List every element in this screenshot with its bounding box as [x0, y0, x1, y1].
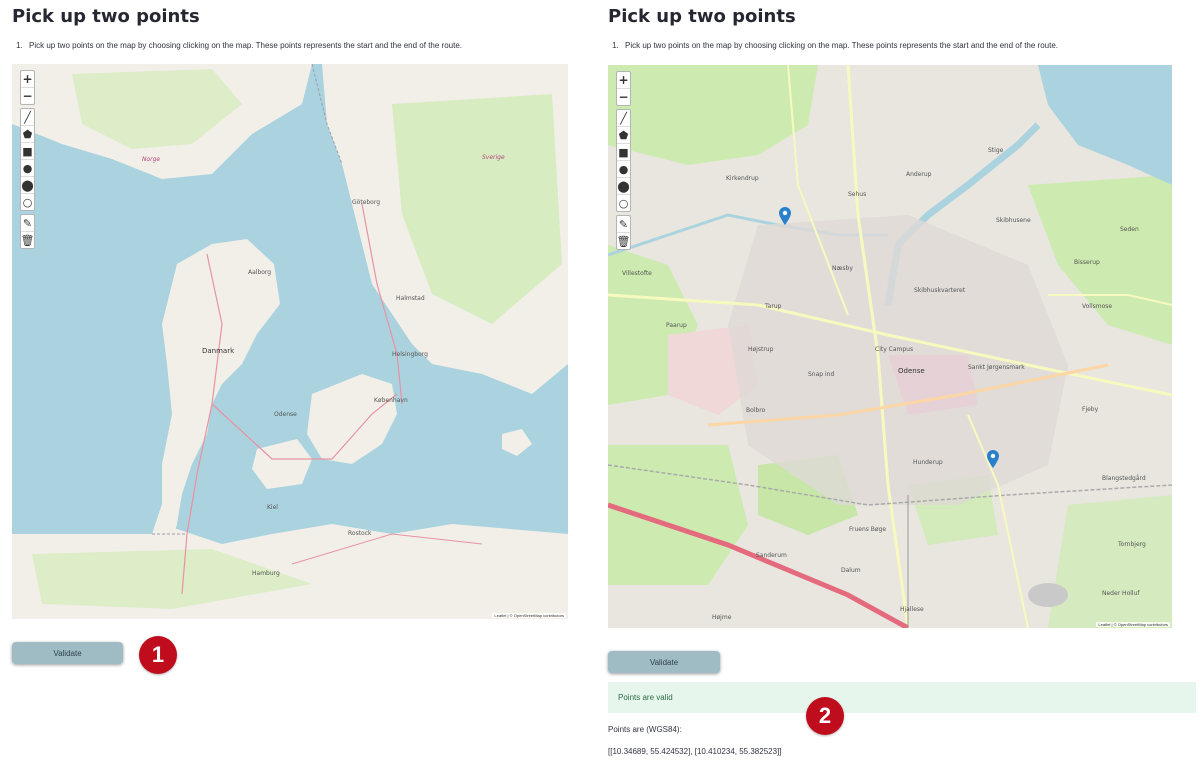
map-label-odense: Odense	[898, 367, 925, 375]
draw-marker-icon[interactable]: ⬤	[21, 177, 34, 194]
map-label-naesby: Næsby	[832, 265, 853, 272]
draw-circlemarker-icon[interactable]: ○	[21, 194, 34, 210]
map-label-neder-holluf: Neder Holluf	[1102, 590, 1140, 597]
map-attribution[interactable]: Leaflet | © OpenStreetMap contributors	[1096, 622, 1170, 627]
map-label-vollsmose: Vollsmose	[1082, 303, 1113, 310]
right-panel: Pick up two points Pick up two points on…	[608, 0, 1196, 756]
map-label-kiel: Kiel	[267, 504, 278, 511]
map-label-hojme: Højme	[712, 614, 732, 621]
delete-layers-icon[interactable]: 🗑	[617, 233, 631, 249]
map-label-tornbjerg: Tornbjerg	[1118, 541, 1146, 548]
map-label-fjeby: Fjeby	[1082, 406, 1099, 413]
step-badge-2: 2	[806, 697, 844, 735]
map-denmark[interactable]: Danmark Göteborg Aalborg København Odens…	[12, 64, 568, 619]
draw-polygon-icon[interactable]: ⬟	[21, 126, 34, 143]
points-value: [[10.34689, 55.424532], [10.410234, 55.3…	[608, 747, 782, 756]
map-label-goteborg: Göteborg	[352, 199, 381, 206]
draw-circle-icon[interactable]: ●	[617, 161, 630, 178]
map-label-dalum: Dalum	[841, 567, 861, 574]
map-label-kobenhavn: København	[374, 397, 408, 404]
instructions-list: Pick up two points on the map by choosin…	[608, 41, 1196, 51]
map-label-skibhuskvarteret: Skibhuskvarteret	[914, 287, 966, 294]
map-label-blangstedgard: Blangstedgård	[1102, 475, 1146, 482]
map-label-seden: Seden	[1120, 226, 1139, 233]
map-toolbar: + − ╱ ⬟ ■ ● ⬤ ○ ✎ 🗑	[20, 70, 35, 252]
map-label-stige: Stige	[988, 147, 1004, 154]
map-label-sverige: Sverige	[482, 154, 505, 161]
map-label-sankt-jorgensmark: Sankt Jørgensmark	[968, 364, 1025, 371]
map-label-odense: Odense	[274, 411, 297, 418]
draw-polyline-icon[interactable]: ╱	[21, 109, 34, 126]
map-label-sanderum: Sanderum	[756, 552, 787, 559]
map-label-tarup: Tarup	[765, 303, 782, 310]
map-tiles	[12, 64, 568, 619]
instruction-item: Pick up two points on the map by choosin…	[621, 41, 1196, 51]
map-label-villestofte: Villestofte	[622, 270, 652, 277]
instruction-item: Pick up two points on the map by choosin…	[25, 41, 568, 51]
map-label-hamburg: Hamburg	[252, 570, 280, 577]
start-marker-icon[interactable]	[779, 207, 791, 225]
page-title: Pick up two points	[608, 6, 796, 27]
step-badge-1: 1	[139, 636, 177, 674]
map-toolbar: + − ╱ ⬟ ■ ● ⬤ ○ ✎ 🗑	[616, 71, 631, 253]
validate-button[interactable]: Validate	[608, 651, 720, 673]
validate-button[interactable]: Validate	[12, 642, 123, 664]
map-label-skibhusene: Skibhusene	[996, 217, 1031, 224]
map-label-hojstrup: Højstrup	[748, 346, 774, 353]
zoom-out-button[interactable]: −	[21, 88, 34, 104]
map-label-bolbro: Bolbro	[746, 407, 766, 414]
draw-circle-icon[interactable]: ●	[21, 160, 34, 177]
draw-rectangle-icon[interactable]: ■	[21, 143, 34, 160]
edit-layers-icon[interactable]: ✎	[617, 216, 630, 233]
draw-polyline-icon[interactable]: ╱	[617, 110, 630, 127]
left-panel: Pick up two points Pick up two points on…	[12, 0, 568, 664]
page-title: Pick up two points	[12, 6, 200, 27]
map-label-anderup: Anderup	[906, 171, 932, 178]
end-marker-icon[interactable]	[987, 450, 999, 468]
zoom-in-button[interactable]: +	[21, 71, 34, 88]
zoom-out-button[interactable]: −	[617, 89, 630, 105]
map-label-rostock: Rostock	[348, 530, 372, 537]
points-label: Points are (WGS84):	[608, 725, 682, 734]
delete-layers-icon[interactable]: 🗑	[21, 232, 35, 248]
map-label-city-campus: City Campus	[875, 346, 914, 353]
map-label-danmark: Danmark	[202, 347, 235, 355]
map-label-snap-ind: Snap ind	[808, 371, 835, 378]
map-label-fruens-boge: Fruens Bøge	[849, 526, 887, 533]
map-attribution[interactable]: Leaflet | © OpenStreetMap contributors	[492, 613, 566, 618]
map-label-norge: Norge	[142, 156, 161, 163]
draw-polygon-icon[interactable]: ⬟	[617, 127, 630, 144]
map-label-sehus: Sehus	[848, 191, 867, 198]
edit-layers-icon[interactable]: ✎	[21, 215, 34, 232]
map-label-helsingborg: Helsingborg	[392, 351, 428, 358]
map-label-hjallese: Hjallese	[900, 606, 924, 613]
success-alert: Points are valid	[608, 682, 1196, 713]
draw-marker-icon[interactable]: ⬤	[617, 178, 630, 195]
instructions-list: Pick up two points on the map by choosin…	[12, 41, 568, 51]
map-label-hunderup: Hunderup	[913, 459, 943, 466]
map-odense[interactable]: Odense City Campus Kirkendrup Sehus Ande…	[608, 65, 1172, 628]
draw-rectangle-icon[interactable]: ■	[617, 144, 630, 161]
map-label-aalborg: Aalborg	[248, 269, 272, 276]
map-label-kirkendrup: Kirkendrup	[726, 175, 759, 182]
draw-circlemarker-icon[interactable]: ○	[617, 195, 630, 211]
map-label-paarup: Paarup	[666, 322, 687, 329]
zoom-in-button[interactable]: +	[617, 72, 630, 89]
map-label-halmstad: Halmstad	[396, 295, 425, 302]
map-label-bisserup: Bisserup	[1074, 259, 1100, 266]
